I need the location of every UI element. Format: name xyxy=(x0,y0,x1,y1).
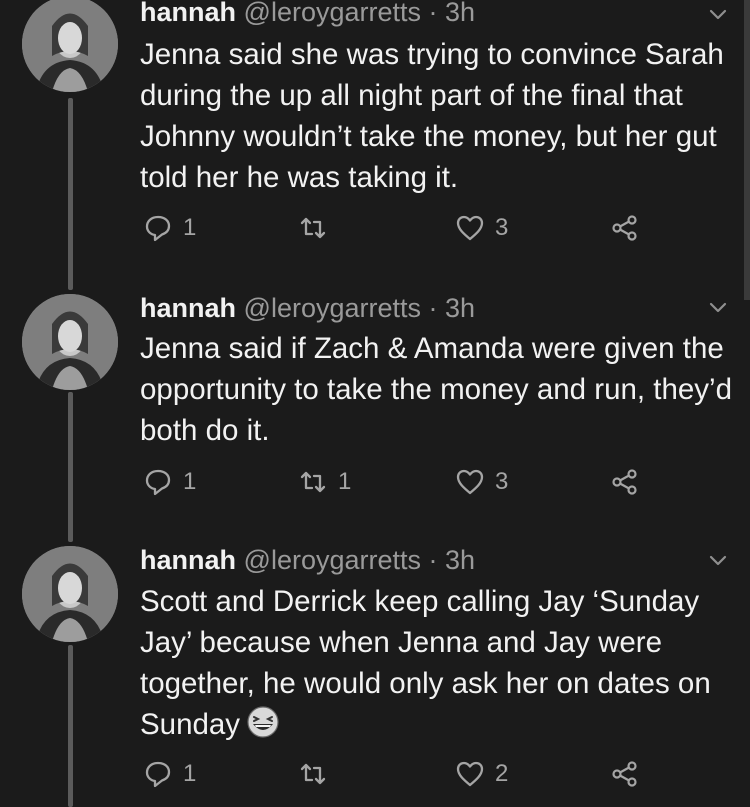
reply-button[interactable]: 1 xyxy=(143,213,196,243)
reply-count: 1 xyxy=(183,214,197,241)
reply-button[interactable]: 1 xyxy=(143,467,196,497)
reply-icon xyxy=(145,469,171,496)
chevron-down-icon[interactable] xyxy=(706,548,730,572)
like-button[interactable]: 3 xyxy=(455,213,508,243)
avatar[interactable] xyxy=(22,546,118,642)
avatar[interactable] xyxy=(22,294,118,390)
grinning-squinting-face-icon xyxy=(247,706,279,738)
chevron-down-icon[interactable] xyxy=(706,295,730,319)
tweet-text: Jenna said if Zach & Amanda were given t… xyxy=(140,332,733,447)
share-icon xyxy=(612,761,637,787)
display-name[interactable]: hannah xyxy=(140,545,236,575)
tweet-header: hannah @leroygarretts · 3h xyxy=(140,293,475,323)
heart-icon xyxy=(456,469,484,495)
tweet-text: Jenna said she was trying to convince Sa… xyxy=(140,38,724,194)
tweet-actions: 1 1 3 xyxy=(0,467,750,507)
retweet-icon xyxy=(300,471,326,493)
handle-and-time[interactable]: @leroygarretts · 3h xyxy=(244,545,476,575)
like-count: 3 xyxy=(495,214,509,241)
share-icon xyxy=(612,469,637,495)
tweet-header: hannah @leroygarretts · 3h xyxy=(140,0,475,27)
share-button[interactable] xyxy=(610,467,640,497)
share-icon xyxy=(612,215,637,241)
retweet-count: 1 xyxy=(338,468,352,495)
share-button[interactable] xyxy=(610,213,640,243)
reply-icon xyxy=(145,215,171,242)
retweet-button[interactable] xyxy=(298,213,338,243)
tweet[interactable]: hannah @leroygarretts · 3h Jenna said if… xyxy=(0,290,750,540)
reply-icon xyxy=(145,761,171,788)
like-button[interactable]: 2 xyxy=(455,759,508,789)
tweet[interactable]: hannah @leroygarretts · 3h Scott and Der… xyxy=(0,540,750,807)
tweet-header: hannah @leroygarretts · 3h xyxy=(140,545,475,575)
retweet-button[interactable]: 1 xyxy=(298,467,351,497)
like-count: 3 xyxy=(495,468,509,495)
reply-count: 1 xyxy=(183,760,197,787)
retweet-icon xyxy=(300,763,326,785)
reply-count: 1 xyxy=(183,468,197,495)
tweet-text-content: Scott and Derrick keep calling Jay ‘Sund… xyxy=(140,585,711,741)
handle-and-time[interactable]: @leroygarretts · 3h xyxy=(244,293,476,323)
tweet[interactable]: hannah @leroygarretts · 3h Jenna said sh… xyxy=(0,0,750,290)
handle-and-time[interactable]: @leroygarretts · 3h xyxy=(244,0,476,27)
chevron-down-icon[interactable] xyxy=(706,2,730,26)
tweet-actions: 1 3 xyxy=(0,213,750,253)
tweet-actions: 1 2 xyxy=(0,759,750,799)
like-button[interactable]: 3 xyxy=(455,467,508,497)
share-button[interactable] xyxy=(610,759,640,789)
avatar[interactable] xyxy=(22,0,118,92)
tweet-text: Scott and Derrick keep calling Jay ‘Sund… xyxy=(140,581,740,745)
heart-icon xyxy=(456,215,484,241)
retweet-button[interactable] xyxy=(298,759,338,789)
display-name[interactable]: hannah xyxy=(140,293,236,323)
reply-button[interactable]: 1 xyxy=(143,759,196,789)
like-count: 2 xyxy=(495,760,509,787)
display-name[interactable]: hannah xyxy=(140,0,236,27)
heart-icon xyxy=(456,761,484,787)
retweet-icon xyxy=(300,217,326,239)
